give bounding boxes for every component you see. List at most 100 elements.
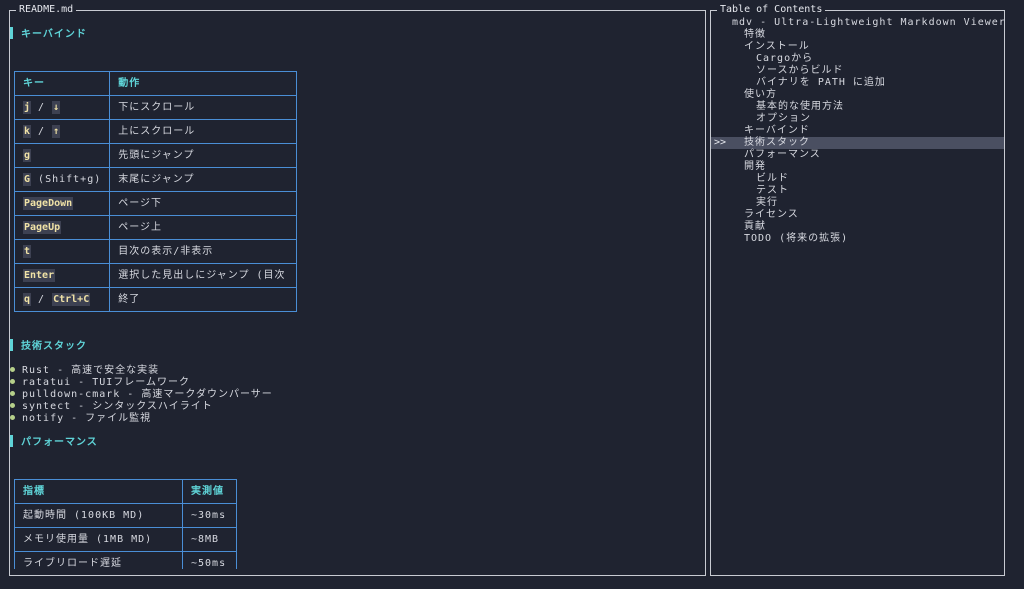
key-code: PageDown [23, 196, 74, 210]
heading-tech-stack: 技術スタック [10, 339, 87, 354]
toc-item[interactable]: オプション [711, 113, 1004, 125]
key-code: t [23, 244, 32, 258]
value-cell: ~50ms [182, 551, 237, 569]
action-cell: ページ下 [109, 191, 297, 216]
toc-item[interactable]: キーバインド [711, 125, 1004, 137]
list-item-text: Rust - 高速で安全な実装 [22, 365, 160, 376]
metric-cell: メモリ使用量 (1MB MD) [14, 527, 183, 552]
toc-item[interactable]: テスト [711, 185, 1004, 197]
action-cell: 選択した見出しにジャンプ (目次 [109, 263, 297, 288]
viewer-content[interactable]: キーバインド キー 動作 j / ↓ 下にスクロール k / ↑ 上にスクロール g 先頭… [10, 11, 705, 569]
key-cell: t [13, 239, 111, 264]
action-cell: ページ上 [109, 215, 297, 240]
list-item-text: syntect - シンタックスハイライト [22, 401, 213, 412]
toc-item[interactable]: 開発 [711, 161, 1004, 173]
toc-list[interactable]: mdv - Ultra-Lightweight Markdown Viewer 特… [711, 17, 1006, 245]
toc-item-label: 実行 [756, 197, 778, 208]
action-cell: 上にスクロール [109, 119, 297, 144]
toc-pane[interactable]: Table of Contents mdv - Ultra-Lightweigh… [710, 4, 1006, 576]
heading-text: キーバインド [21, 29, 87, 40]
key-separator: / [31, 293, 53, 305]
table-row: q / Ctrl+C 終了 [13, 287, 297, 312]
performance-table: 指標 実測値 起動時間 (100KB MD) ~30ms メモリ使用量 (1MB M… [14, 479, 237, 569]
toc-item-label: ビルド [756, 173, 789, 184]
bullet-dot [10, 402, 15, 408]
table-header-row: キー 動作 [13, 71, 297, 96]
heading-bar [10, 435, 13, 447]
table-row: PageDown ページ下 [13, 191, 297, 216]
key-code: q [23, 292, 32, 306]
key-cell: PageUp [13, 215, 111, 240]
list-item-text: notify - ファイル監視 [22, 413, 152, 424]
table-header-cell: 動作 [109, 71, 297, 96]
table-row: G (Shift+g) 末尾にジャンプ [13, 167, 297, 192]
key-code: Enter [23, 268, 56, 282]
heading-bar [10, 27, 13, 39]
key-separator: / [31, 125, 53, 137]
key-code: PageUp [23, 220, 62, 234]
heading-text: 技術スタック [21, 341, 87, 352]
list-item: Rust - 高速で安全な実装 [10, 365, 273, 377]
table-row: j / ↓ 下にスクロール [13, 95, 297, 120]
key-cell: j / ↓ [13, 95, 111, 120]
table-header-cell: 指標 [14, 479, 183, 504]
metric-cell: 起動時間 (100KB MD) [14, 503, 183, 528]
toc-item[interactable]: バイナリを PATH に追加 [711, 77, 1004, 89]
bullet-dot [10, 378, 15, 384]
toc-item[interactable]: インストール [711, 41, 1004, 53]
toc-item[interactable]: ソースからビルド [711, 65, 1004, 77]
key-code: G [23, 172, 32, 186]
toc-item[interactable]: 貢献 [711, 221, 1004, 233]
toc-item-label: オプション [756, 113, 811, 124]
heading-text: パフォーマンス [21, 437, 98, 448]
toc-item-label: TODO (将来の拡張) [744, 233, 849, 244]
toc-item-label: パフォーマンス [744, 149, 821, 160]
toc-item-label: ライセンス [744, 209, 799, 220]
toc-item[interactable]: ライセンス [711, 209, 1004, 221]
selection-marker: >> [714, 137, 727, 148]
markdown-viewer-pane[interactable]: README.md キーバインド キー 動作 j / ↓ 下にスクロール k / ↑… [9, 4, 706, 576]
key-code: g [23, 148, 32, 162]
key-cell: g [13, 143, 111, 168]
table-row: t 目次の表示/非表示 [13, 239, 297, 264]
table-row: ライブリロード遅延 ~50ms [14, 551, 237, 569]
toc-item[interactable]: 使い方 [711, 89, 1004, 101]
toc-item[interactable]: 実行 [711, 197, 1004, 209]
list-item-text: ratatui - TUIフレームワーク [22, 377, 190, 388]
toc-item[interactable]: 基本的な使用方法 [711, 101, 1004, 113]
list-item: ratatui - TUIフレームワーク [10, 377, 273, 389]
toc-item-selected[interactable]: >> 技術スタック [711, 137, 1004, 149]
toc-item[interactable]: パフォーマンス [711, 149, 1004, 161]
toc-item-label: インストール [744, 41, 810, 52]
key-cell: PageDown [13, 191, 111, 216]
toc-item[interactable]: TODO (将来の拡張) [711, 233, 1004, 245]
table-row: g 先頭にジャンプ [13, 143, 297, 168]
toc-item-label: mdv - Ultra-Lightweight Markdown Viewer [732, 17, 1006, 28]
toc-item-label: 特徴 [744, 29, 766, 40]
toc-item[interactable]: ビルド [711, 173, 1004, 185]
action-cell: 下にスクロール [109, 95, 297, 120]
action-cell: 終了 [109, 287, 297, 312]
table-header-row: 指標 実測値 [14, 479, 237, 504]
action-cell: 先頭にジャンプ [109, 143, 297, 168]
key-cell: G (Shift+g) [13, 167, 111, 192]
key-code: Ctrl+C [52, 292, 91, 306]
toc-item-label: 開発 [744, 161, 766, 172]
key-code: j [23, 100, 32, 114]
value-cell: ~30ms [182, 503, 237, 528]
tech-stack-list: Rust - 高速で安全な実装 ratatui - TUIフレームワーク pulld… [10, 365, 273, 425]
toc-title: Table of Contents [717, 4, 826, 16]
toc-item-label: 貢献 [744, 221, 766, 232]
toc-item[interactable]: 特徴 [711, 29, 1004, 41]
bullet-dot [10, 414, 15, 420]
key-cell: q / Ctrl+C [13, 287, 111, 312]
list-item: notify - ファイル監視 [10, 413, 273, 425]
toc-item[interactable]: mdv - Ultra-Lightweight Markdown Viewer [711, 17, 1006, 29]
list-item: syntect - シンタックスハイライト [10, 401, 273, 413]
toc-item-label: 使い方 [744, 89, 777, 100]
table-header-cell: キー [13, 71, 111, 96]
bullet-dot [10, 390, 15, 396]
table-row: PageUp ページ上 [13, 215, 297, 240]
toc-item[interactable]: Cargoから [711, 53, 1004, 65]
keybind-table: キー 動作 j / ↓ 下にスクロール k / ↑ 上にスクロール g 先頭にジャンプ G … [13, 71, 297, 312]
